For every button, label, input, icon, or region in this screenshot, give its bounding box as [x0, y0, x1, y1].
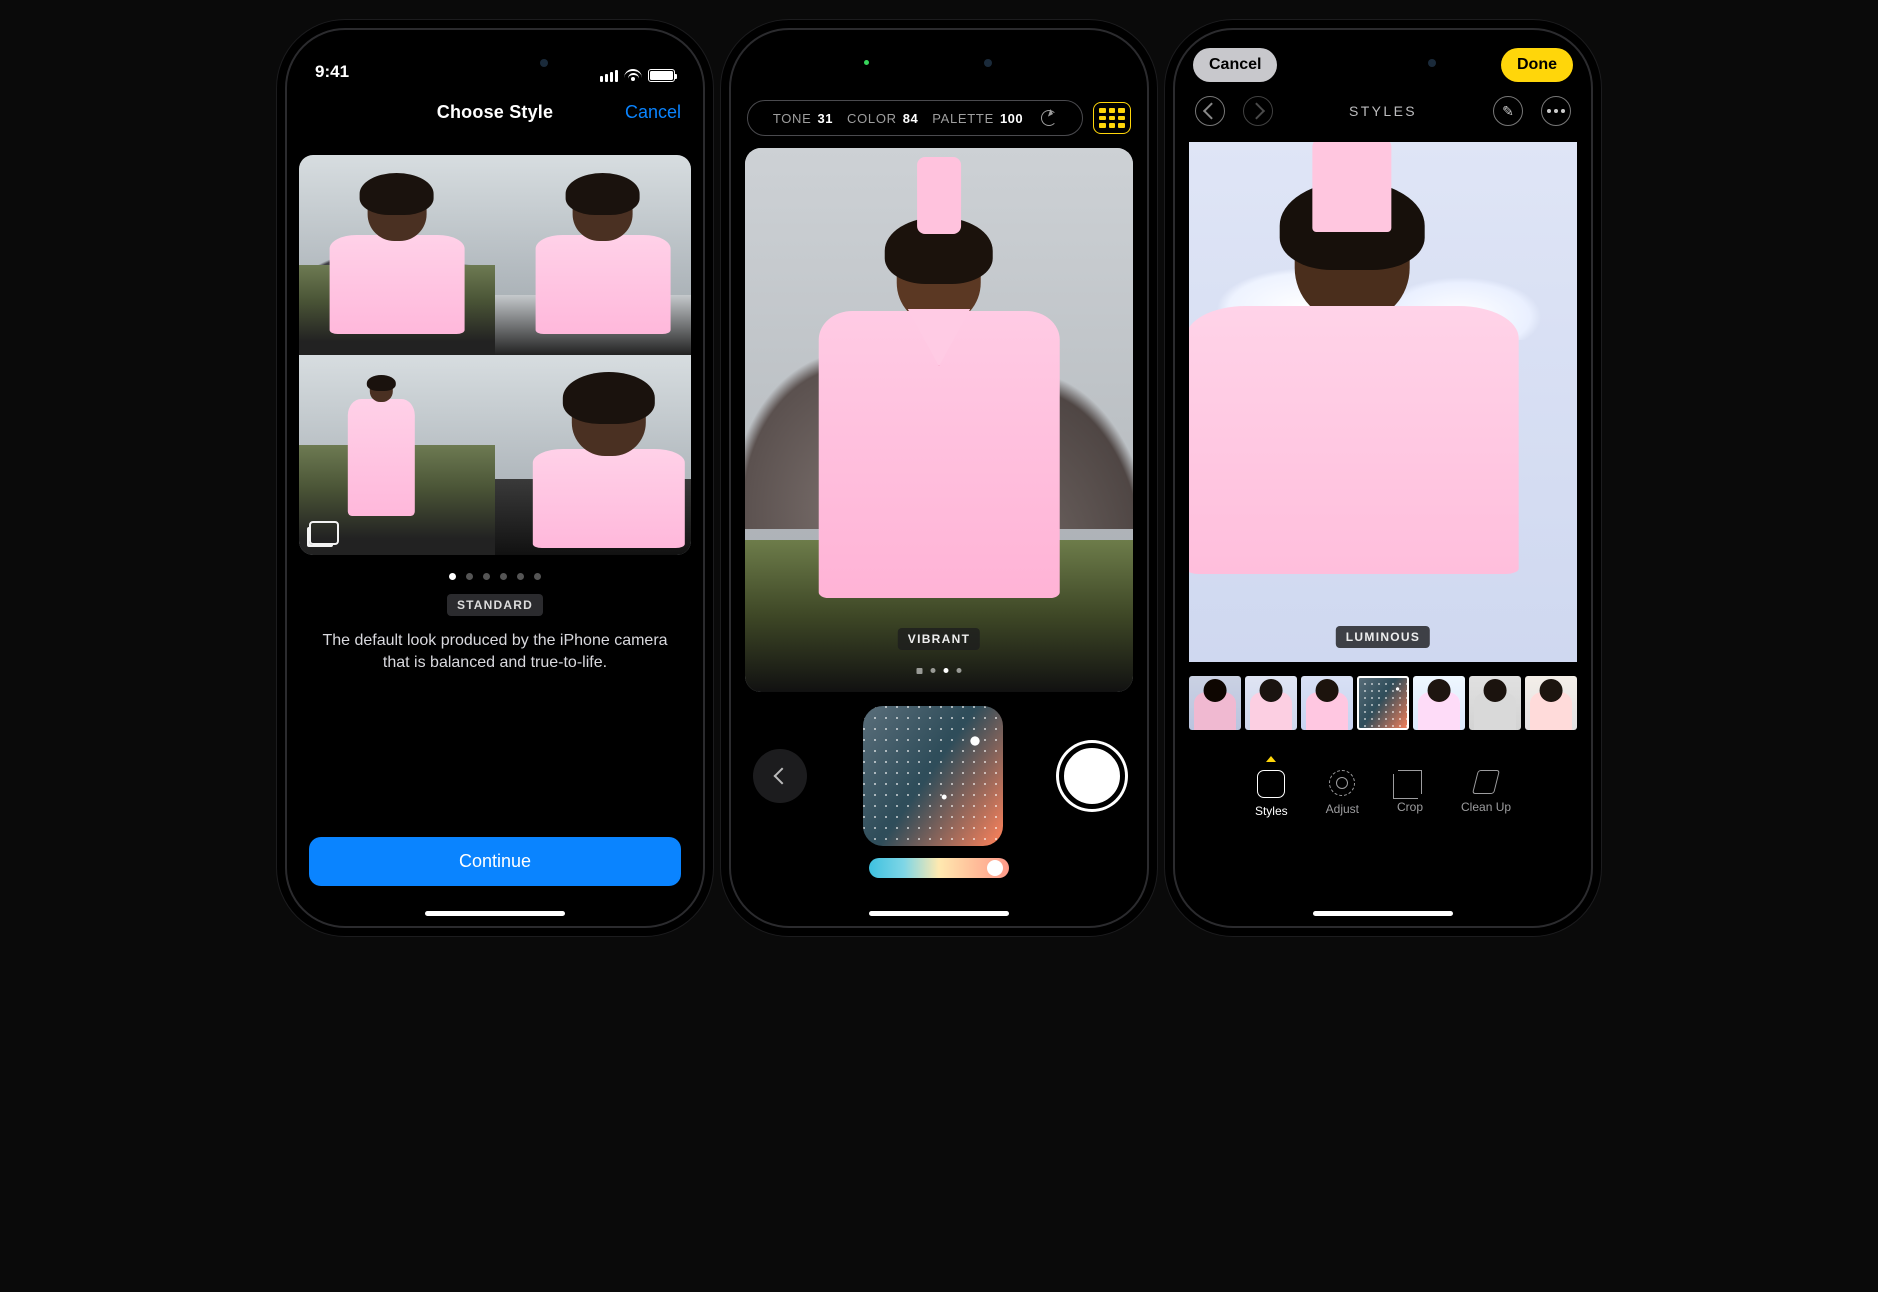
- more-button[interactable]: [1541, 96, 1571, 126]
- style-name-badge: STANDARD: [447, 594, 543, 616]
- style-pad-control[interactable]: [863, 706, 1003, 846]
- style-filmstrip[interactable]: [1189, 676, 1577, 730]
- tab-label: Adjust: [1326, 802, 1359, 816]
- continue-button[interactable]: Continue: [309, 837, 681, 886]
- header: Choose Style Cancel: [287, 86, 703, 131]
- grid-toggle-button[interactable]: [1093, 102, 1131, 134]
- tab-styles[interactable]: Styles: [1255, 770, 1288, 818]
- edit-header-actions: Cancel Done: [1175, 48, 1591, 82]
- style-thumb[interactable]: [1469, 676, 1521, 730]
- camera-active-indicator: [864, 60, 869, 65]
- slider-thumb[interactable]: [987, 860, 1003, 876]
- more-icon: [1547, 109, 1565, 113]
- section-title: STYLES: [1349, 103, 1417, 119]
- edit-toolbar: STYLES ✎: [1175, 74, 1591, 136]
- dynamic-island: [874, 44, 1004, 82]
- crop-icon: [1398, 770, 1422, 794]
- adjust-icon: [1329, 770, 1355, 796]
- page-indicator[interactable]: [287, 573, 703, 580]
- cancel-button[interactable]: Cancel: [1193, 48, 1277, 82]
- camera-viewport[interactable]: VIBRANT: [745, 148, 1133, 692]
- hue-slider[interactable]: [869, 858, 1009, 878]
- tone-label: TONE: [773, 111, 812, 126]
- styles-icon: [1257, 770, 1285, 798]
- style-pad-thumb[interactable]: [1357, 676, 1409, 730]
- style-name-badge: LUMINOUS: [1336, 626, 1430, 648]
- tab-adjust[interactable]: Adjust: [1326, 770, 1359, 818]
- style-thumb[interactable]: [1189, 676, 1241, 730]
- style-name-badge: VIBRANT: [898, 628, 980, 650]
- status-time: 9:41: [315, 62, 600, 82]
- cancel-button[interactable]: Cancel: [625, 102, 681, 123]
- home-indicator[interactable]: [869, 911, 1009, 916]
- style-thumb[interactable]: [1413, 676, 1465, 730]
- style-params-bar: TONE 31 COLOR 84 PALETTE 100: [731, 90, 1147, 142]
- battery-icon: [648, 69, 675, 82]
- preview-thumb: [495, 155, 691, 355]
- home-indicator[interactable]: [1313, 911, 1453, 916]
- style-thumb[interactable]: [1525, 676, 1577, 730]
- edit-tool-tabs: Styles Adjust Crop Clean Up: [1175, 770, 1591, 818]
- shutter-button[interactable]: [1059, 743, 1125, 809]
- active-indicator-icon: [1266, 756, 1276, 762]
- tab-label: Crop: [1397, 800, 1423, 814]
- phone-photos-edit: Cancel Done STYLES ✎ LUMINOUS: [1173, 28, 1593, 928]
- tone-value: 31: [818, 111, 833, 126]
- undo-icon: [1203, 103, 1220, 120]
- preview-thumb: [495, 355, 691, 555]
- tab-cleanup[interactable]: Clean Up: [1461, 770, 1511, 818]
- style-preview-grid[interactable]: [299, 155, 691, 555]
- style-page-indicator[interactable]: [917, 668, 962, 674]
- back-button[interactable]: [753, 749, 807, 803]
- tab-label: Clean Up: [1461, 800, 1511, 814]
- markup-button[interactable]: ✎: [1493, 96, 1523, 126]
- undo-button[interactable]: [1195, 96, 1225, 126]
- markup-icon: ✎: [1502, 103, 1514, 120]
- revert-icon[interactable]: [1041, 110, 1057, 126]
- style-thumb[interactable]: [1245, 676, 1297, 730]
- tab-crop[interactable]: Crop: [1397, 770, 1423, 818]
- redo-icon: [1248, 103, 1265, 120]
- style-description: The default look produced by the iPhone …: [317, 630, 673, 673]
- preview-thumb: [299, 155, 495, 355]
- params-pill[interactable]: TONE 31 COLOR 84 PALETTE 100: [747, 100, 1083, 136]
- phone-camera-style: TONE 31 COLOR 84 PALETTE 100 VIBRANT: [729, 28, 1149, 928]
- wifi-icon: [624, 69, 642, 82]
- status-bar: 9:41: [287, 30, 703, 86]
- redo-button[interactable]: [1243, 96, 1273, 126]
- cellular-icon: [600, 70, 618, 82]
- chevron-left-icon: [774, 768, 791, 785]
- camera-controls: [731, 692, 1147, 846]
- edit-viewport[interactable]: LUMINOUS: [1189, 142, 1577, 662]
- gallery-icon[interactable]: [309, 521, 339, 545]
- palette-label: PALETTE: [932, 111, 994, 126]
- palette-value: 100: [1000, 111, 1023, 126]
- done-button[interactable]: Done: [1501, 48, 1573, 82]
- tab-label: Styles: [1255, 804, 1288, 818]
- color-label: COLOR: [847, 111, 897, 126]
- phone-choose-style: 9:41 Choose Style Cancel STA: [285, 28, 705, 928]
- color-value: 84: [903, 111, 918, 126]
- style-thumb[interactable]: [1301, 676, 1353, 730]
- home-indicator[interactable]: [425, 911, 565, 916]
- eraser-icon: [1475, 770, 1497, 794]
